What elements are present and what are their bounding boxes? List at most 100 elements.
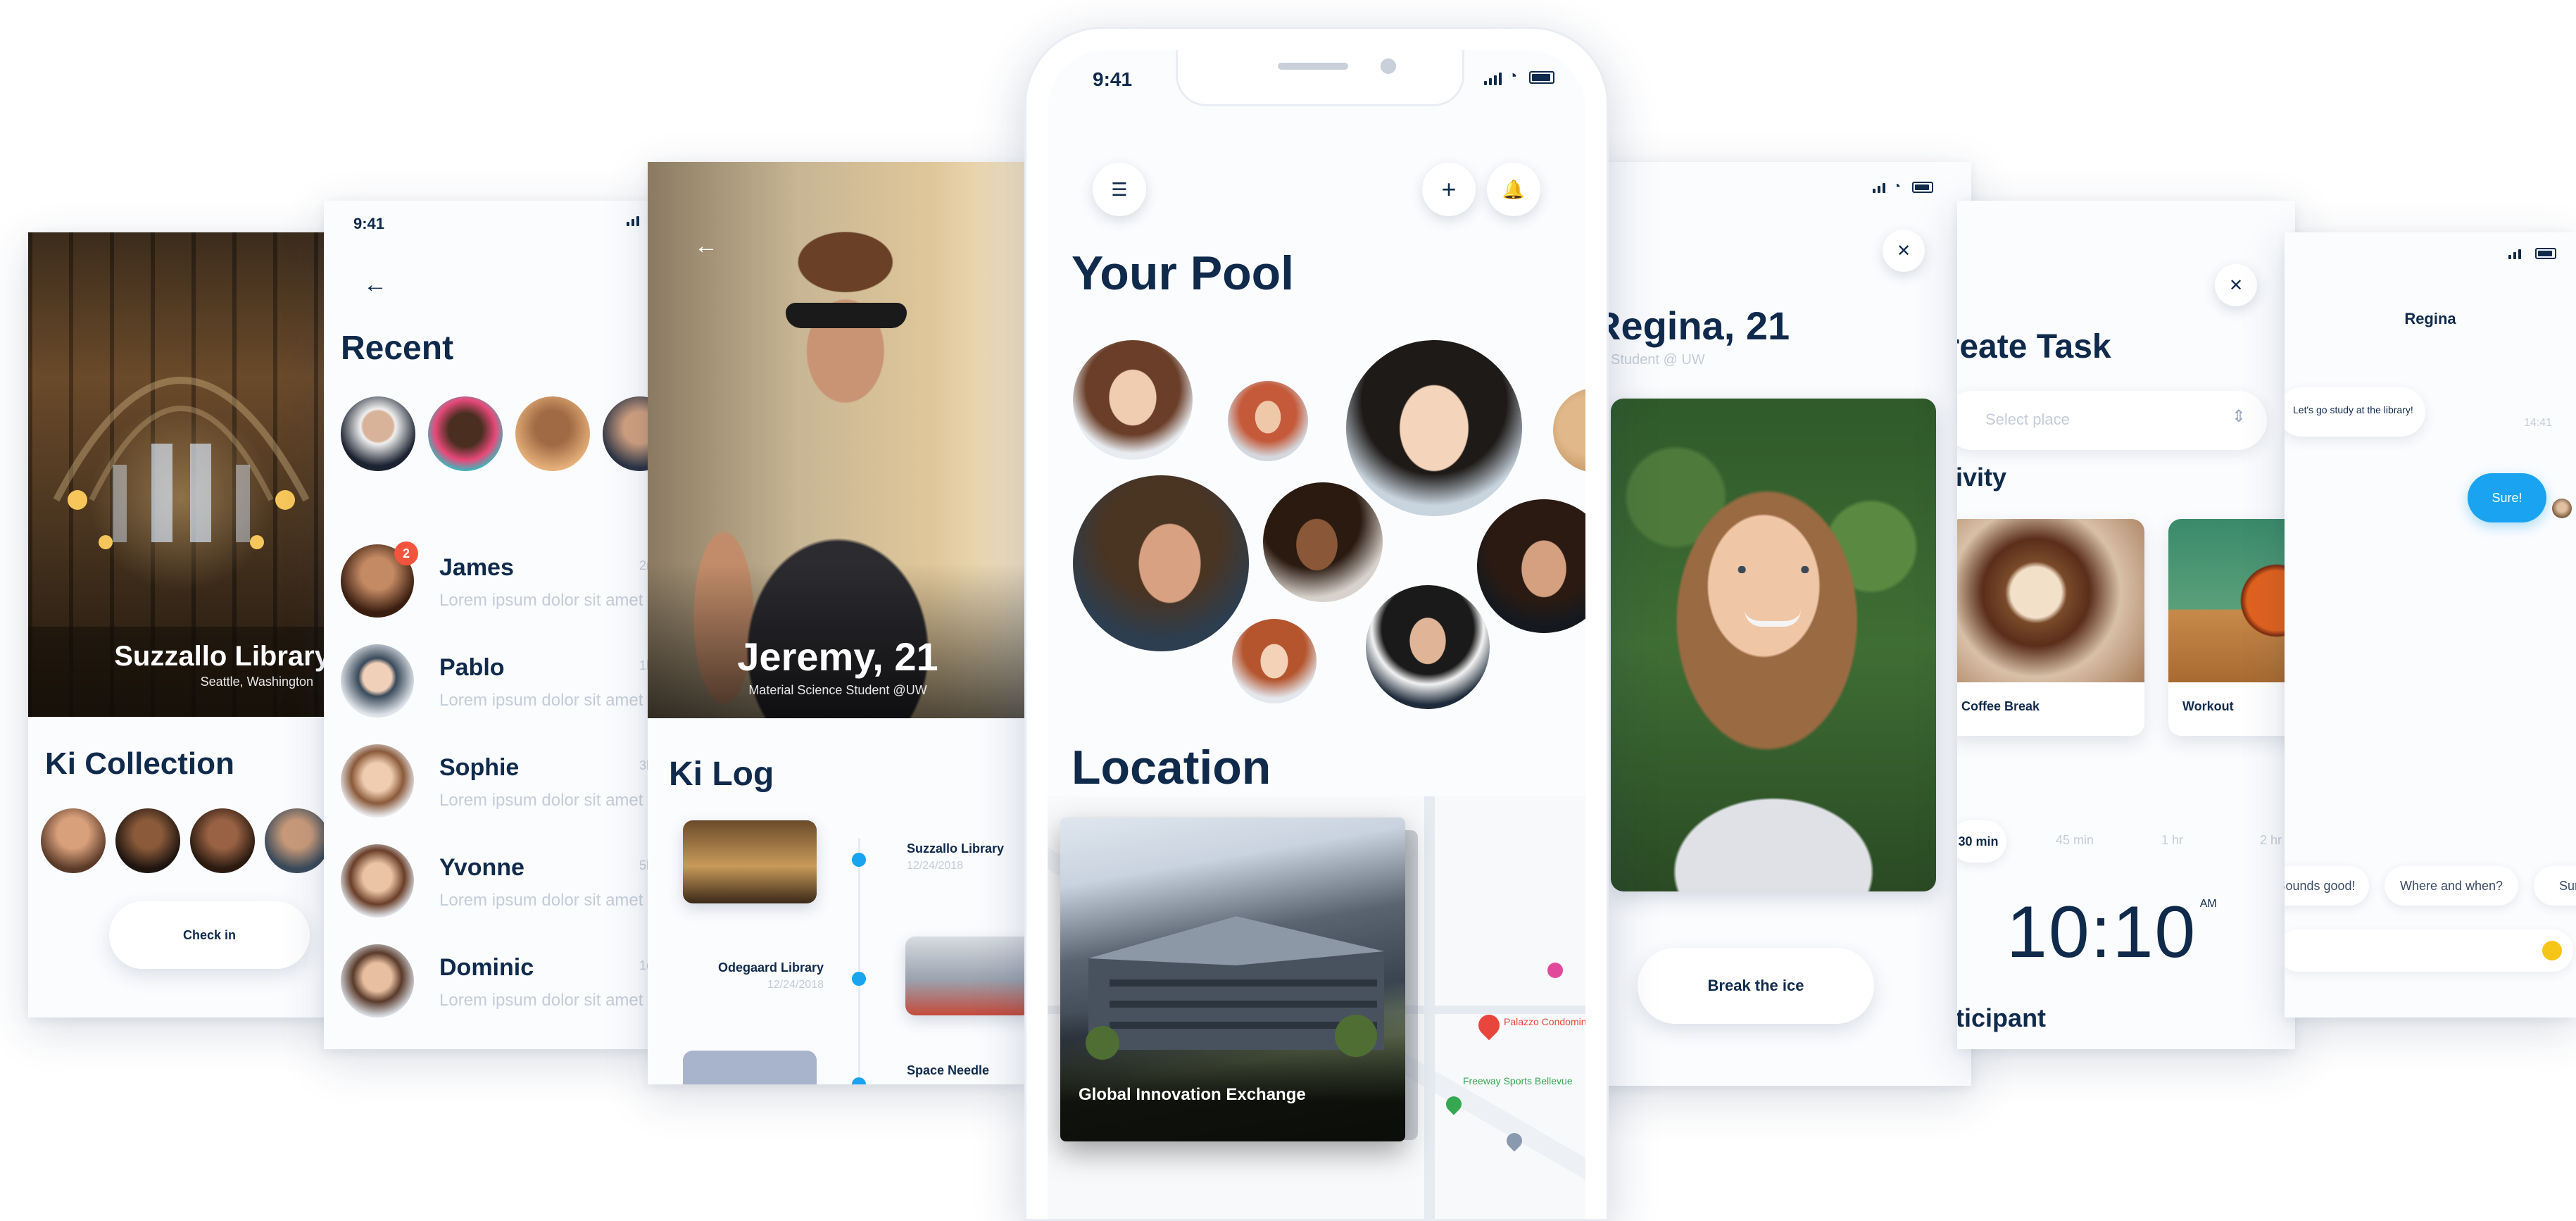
activity-card[interactable]: Coffee Break	[1957, 519, 2144, 736]
pool-avatar[interactable]	[1346, 340, 1522, 516]
recent-avatar[interactable]	[341, 396, 415, 471]
time-option[interactable]: 1 hr	[2161, 833, 2183, 848]
activity-label: Activity	[1957, 463, 2007, 491]
signal-icon	[627, 216, 639, 226]
collection-avatar[interactable]	[41, 808, 106, 873]
contact-avatar	[341, 644, 414, 718]
menu-button[interactable]: ☰	[1093, 163, 1146, 216]
break-the-ice-button[interactable]: Break the ice	[1638, 948, 1874, 1024]
log-entry[interactable]: Odegaard Library 12/24/2018	[648, 937, 1028, 1028]
coffee-photo	[1957, 519, 2144, 682]
check-in-button[interactable]: Check in	[109, 901, 310, 969]
time-option[interactable]: 2 hr	[2260, 833, 2282, 848]
time-option[interactable]: 45 min	[2056, 833, 2094, 848]
collection-avatar[interactable]	[265, 808, 329, 873]
speaker-grille	[1278, 63, 1348, 70]
pool-avatar[interactable]	[1232, 619, 1317, 703]
library-screen: Suzzallo Library Seattle, Washington Ki …	[28, 232, 334, 1018]
recent-avatar[interactable]	[515, 396, 590, 471]
time-suffix: AM	[2199, 898, 2217, 910]
pool-avatar[interactable]	[1263, 482, 1383, 602]
log-thumbnail	[905, 937, 1028, 1015]
bell-icon[interactable]: 🔔	[1487, 163, 1540, 216]
log-place: Space Needle	[907, 1063, 990, 1077]
contact-preview: Lorem ipsum dolor sit amet	[439, 891, 643, 910]
contact-avatar	[341, 944, 414, 1018]
chat-contact-name: Regina	[2404, 310, 2456, 327]
library-title: Suzzallo Library	[114, 641, 330, 672]
profile-photo: ← Jeremy, 21 Material Science Student @U…	[648, 162, 1028, 718]
pool-avatar[interactable]	[1477, 499, 1585, 633]
map-pin-icon[interactable]	[1474, 1010, 1504, 1041]
log-entry[interactable]: Suzzallo Library 12/24/2018	[648, 820, 1028, 912]
time-display[interactable]: 10:10 AM	[2006, 891, 2217, 975]
activity-label: Coffee Break	[1961, 699, 2040, 713]
quick-reply[interactable]: Sounds good!	[2285, 866, 2369, 906]
contact-name: Pablo	[439, 654, 505, 681]
phone-notch	[1176, 50, 1464, 106]
location-title: Location	[1072, 741, 1271, 794]
profile-name: Jeremy, 21	[737, 634, 938, 679]
quick-reply[interactable]: Where and when?	[2385, 866, 2518, 906]
recent-avatar[interactable]	[603, 396, 655, 471]
time-value: 10:10	[2006, 891, 2197, 973]
log-date: 12/24/2018	[767, 979, 824, 991]
collection-avatar[interactable]	[115, 808, 180, 873]
contact-row[interactable]: Pablo Lorem ipsum dolor sit amet 1h	[341, 644, 655, 729]
add-button[interactable]: +	[1422, 163, 1476, 216]
regina-smile	[1745, 610, 1801, 627]
recent-screen: 9:41 ← Recent 2 James Lorem ipsum dolor …	[324, 201, 655, 1049]
log-date: 12/24/2018	[907, 860, 964, 872]
regina-screen: ◔ ✕ Regina, 21 Student @ UW Break the ic…	[1549, 162, 1971, 1086]
log-thumbnail	[683, 820, 817, 903]
recent-title: Recent	[341, 330, 454, 367]
contact-row[interactable]: 2 James Lorem ipsum dolor sit amet 2m	[341, 541, 655, 629]
regina-name: Regina, 21	[1592, 303, 1790, 348]
timeline-dot	[852, 972, 866, 986]
contact-preview: Lorem ipsum dolor sit amet	[439, 791, 643, 810]
contact-row[interactable]: Dominic Lorem ipsum dolor sit amet 1d	[341, 944, 655, 1029]
timeline-dot	[852, 853, 866, 867]
pool-avatar[interactable]	[1228, 381, 1308, 461]
contact-name: Yvonne	[439, 854, 524, 881]
activity-card[interactable]: Workout	[2168, 519, 2295, 736]
close-button[interactable]: ✕	[1883, 230, 1925, 272]
status-time: 9:41	[353, 215, 385, 232]
pool-avatar[interactable]	[1366, 585, 1490, 709]
participant-label: Participant	[1957, 1003, 2047, 1032]
place-input-placeholder: Select place	[1985, 411, 2070, 428]
contact-name: James	[439, 554, 514, 581]
recent-avatar[interactable]	[428, 396, 503, 471]
library-photo: Suzzallo Library Seattle, Washington	[28, 232, 334, 717]
back-arrow-icon[interactable]: ←	[694, 232, 718, 260]
pool-avatar[interactable]	[1073, 340, 1193, 460]
sunglasses	[786, 303, 907, 328]
battery-icon	[2535, 248, 2556, 259]
status-time: 9:41	[1093, 68, 1133, 90]
message-input[interactable]	[2285, 929, 2573, 972]
collection-avatar[interactable]	[190, 808, 255, 873]
contact-name: Dominic	[439, 954, 534, 981]
contact-row[interactable]: Yvonne Lorem ipsum dolor sit amet 5h	[341, 844, 655, 929]
message-timestamp: 14:41	[2524, 417, 2553, 429]
pool-avatar[interactable]	[1553, 388, 1585, 472]
profile-subtitle: Material Science Student @UW	[748, 683, 927, 697]
emoji-icon[interactable]	[2542, 941, 2562, 960]
location-card-label: Global Innovation Exchange	[1079, 1085, 1306, 1104]
place-input[interactable]: Select place ⇕	[1957, 391, 2267, 450]
chat-avatar	[2552, 499, 2572, 518]
incoming-message-text: Let's go study at the library!	[2293, 404, 2413, 415]
log-entry[interactable]: Space Needle	[648, 1051, 1028, 1084]
unread-badge: 2	[394, 541, 418, 565]
timeline-dot	[852, 1077, 866, 1084]
contact-row[interactable]: Sophie Lorem ipsum dolor sit amet 3h	[341, 744, 655, 829]
close-button[interactable]: ✕	[2215, 264, 2257, 306]
pool-avatar[interactable]	[1073, 475, 1249, 651]
map-pin-gray-icon	[1503, 1129, 1526, 1152]
time-option[interactable]: 30 min	[1957, 820, 2006, 863]
front-camera	[1381, 58, 1396, 74]
back-arrow-icon[interactable]: ←	[363, 271, 387, 299]
signal-icon	[1484, 73, 1502, 85]
location-card[interactable]: Global Innovation Exchange	[1060, 818, 1405, 1141]
quick-reply[interactable]: Sure	[2534, 866, 2576, 906]
